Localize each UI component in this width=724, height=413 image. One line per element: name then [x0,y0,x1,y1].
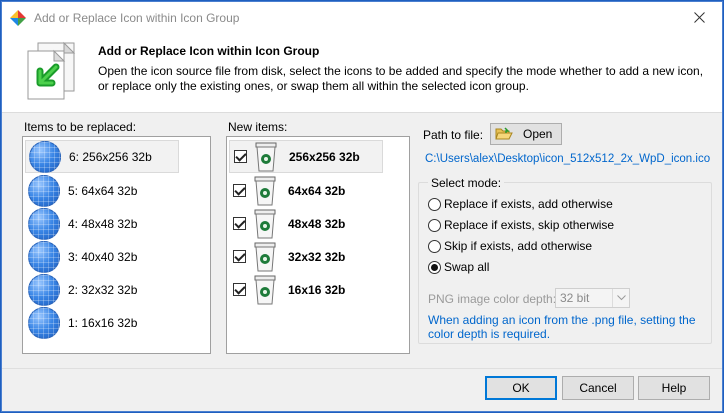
list-item-label: 3: 40x40 32b [68,249,138,264]
replaced-list[interactable]: 6: 256x256 32b 5: 64x64 32b 4: 48x48 32b… [22,136,211,354]
file-path-link[interactable]: C:\Users\alex\Desktop\icon_512x512_2x_Wp… [425,153,710,165]
ok-button[interactable]: OK [485,376,557,400]
list-item-label: 2: 32x32 32b [68,282,138,297]
chevron-down-icon [612,289,629,307]
cup-icon [254,275,276,304]
list-item-label: 4: 48x48 32b [68,216,138,231]
header-panel: Add or Replace Icon within Icon Group Op… [2,33,722,113]
dialog-window: Add or Replace Icon within Icon Group Ad… [1,1,723,412]
list-item[interactable]: 6: 256x256 32b [25,140,179,173]
globe-icon [28,174,60,207]
cup-icon [254,209,276,238]
close-button[interactable] [676,2,722,33]
list-item-label: 48x48 32b [288,216,346,231]
open-button[interactable]: Open [490,123,562,145]
radio-label: Replace if exists, add otherwise [444,197,613,211]
globe-icon [28,207,60,240]
list-item[interactable]: 3: 40x40 32b [25,240,179,273]
radio-button[interactable] [428,260,441,274]
list-item[interactable]: 48x48 32b [229,207,379,240]
folder-open-icon [495,127,513,140]
close-icon [693,12,705,23]
header-title: Add or Replace Icon within Icon Group [98,44,320,58]
color-depth-hint: When adding an icon from the .png file, … [428,313,696,341]
new-items-list[interactable]: 256x256 32b 64x64 32b 48x48 32b 32x32 32… [226,136,410,354]
title-bar: Add or Replace Icon within Icon Group [2,2,722,33]
radio-button[interactable] [428,197,441,211]
list-item[interactable]: 2: 32x32 32b [25,273,179,306]
list-item[interactable]: 16x16 32b [229,273,379,306]
list-item-label: 1: 16x16 32b [68,315,138,330]
list-item-label: 6: 256x256 32b [69,149,152,164]
color-depth-label: PNG image color depth: [428,292,557,306]
list-item-label: 32x32 32b [288,249,346,264]
color-depth-select[interactable]: 32 bit [555,288,630,308]
list-item[interactable]: 4: 48x48 32b [25,207,179,240]
add-replace-icon [27,41,76,100]
cup-icon [254,176,276,205]
list-item[interactable]: 5: 64x64 32b [25,174,179,207]
radio-label: Replace if exists, skip otherwise [444,218,615,232]
app-logo-icon [10,10,26,26]
item-checkbox[interactable] [233,184,246,197]
list-item[interactable]: 1: 16x16 32b [25,306,179,339]
radio-button[interactable] [428,218,441,232]
item-checkbox[interactable] [233,217,246,230]
list-item-label: 16x16 32b [288,282,346,297]
replaced-list-label: Items to be replaced: [22,120,139,134]
cup-icon [254,242,276,271]
list-item-label: 5: 64x64 32b [68,183,138,198]
item-checkbox[interactable] [234,150,247,163]
new-items-label: New items: [226,120,290,134]
path-label: Path to file: [423,128,484,142]
list-item[interactable]: 32x32 32b [229,240,379,273]
cancel-button[interactable]: Cancel [562,376,634,400]
radio-label: Skip if exists, add otherwise [444,239,593,253]
radio-button[interactable] [428,239,441,253]
list-item-label: 256x256 32b [289,149,360,164]
window-title: Add or Replace Icon within Icon Group [34,11,240,25]
item-checkbox[interactable] [233,283,246,296]
open-button-label: Open [523,127,553,141]
radio-replace-add[interactable]: Replace if exists, add otherwise [428,197,613,211]
radio-label: Swap all [444,260,490,274]
item-checkbox[interactable] [233,250,246,263]
globe-icon [29,140,61,173]
color-depth-value: 32 bit [560,291,590,305]
help-button[interactable]: Help [638,376,710,400]
globe-icon [28,273,60,306]
radio-skip-add[interactable]: Skip if exists, add otherwise [428,239,592,253]
radio-replace-skip[interactable]: Replace if exists, skip otherwise [428,218,614,232]
radio-swap-all[interactable]: Swap all [428,260,489,274]
globe-icon [28,240,60,273]
cup-icon [255,142,277,171]
mode-group-label: Select mode: [428,176,505,190]
list-item-label: 64x64 32b [288,183,346,198]
header-description: Open the icon source file from disk, sel… [98,64,704,93]
globe-icon [28,306,60,339]
list-item[interactable]: 256x256 32b [229,140,383,173]
list-item[interactable]: 64x64 32b [229,174,379,207]
